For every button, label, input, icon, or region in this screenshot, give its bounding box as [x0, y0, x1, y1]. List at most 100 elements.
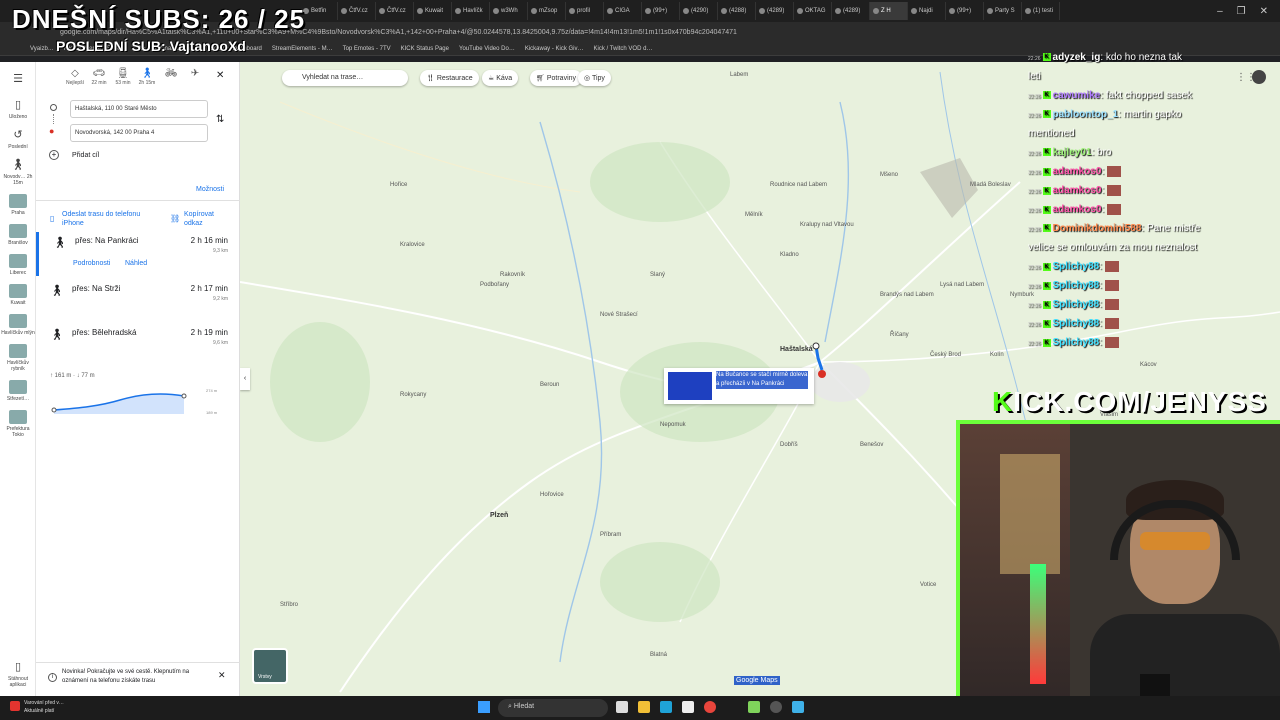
rail-item[interactable]: Prefektura Tokio	[0, 410, 36, 438]
browser-tab[interactable]: CIGA	[604, 2, 642, 20]
travel-mode-car[interactable]: 🚗︎ 22 min	[90, 68, 108, 86]
bookmark-item[interactable]: Kickaway - Kick Giv…	[525, 46, 584, 52]
elevation-summary: ↑ 161 m · ↓ 77 m	[50, 373, 95, 379]
weather-text[interactable]: Varování před v… Aktuálně platí	[24, 699, 76, 715]
chip-potraviny[interactable]: 🛒︎ Potraviny	[530, 70, 583, 86]
route-option[interactable]: 🚶︎ přes: Bělehradská 2 h 19 min 9,6 km	[36, 324, 240, 368]
rail-item[interactable]: ▯ Uloženo	[0, 98, 36, 120]
obs-icon[interactable]	[770, 701, 782, 713]
browser-tab[interactable]: (1) testi	[1022, 2, 1060, 20]
chip-icon: 🛒︎	[536, 75, 547, 82]
place-thumbnail	[9, 254, 27, 268]
browser-tab[interactable]: w3Wh	[490, 2, 528, 20]
task-view-icon[interactable]	[616, 701, 628, 713]
place-thumbnail	[9, 344, 27, 358]
copy-link-button[interactable]: Kopírovat odkaz	[184, 210, 228, 228]
tab-favicon-icon	[721, 8, 727, 14]
windows-start-icon[interactable]	[478, 701, 490, 713]
tooltip-text: Na Bučance se stačí mírně doleva a přech…	[716, 371, 808, 389]
edge-icon[interactable]	[660, 701, 672, 713]
chrome-icon[interactable]	[704, 701, 716, 713]
destination-input[interactable]: Novodvorská, 142 00 Praha 4	[70, 124, 208, 142]
browser-tab[interactable]: (4289)	[832, 2, 870, 20]
bookmark-item[interactable]: Vyaizb…	[30, 46, 54, 52]
download-app-button[interactable]: ▯ Stáhnout aplikaci	[0, 660, 36, 688]
rail-item[interactable]: Liberec	[0, 254, 36, 276]
rail-item[interactable]: Kuwait	[0, 284, 36, 306]
route-option[interactable]: 🚶︎ přes: Na Pankráci 2 h 16 min 9,3 km	[36, 232, 240, 276]
origin-input[interactable]: Haštalská, 110 00 Staré Město	[70, 100, 208, 118]
travel-mode-bike[interactable]: 🚲︎	[162, 68, 180, 86]
browser-tab[interactable]: profil	[566, 2, 604, 20]
chat-time: 22:26	[1028, 227, 1041, 233]
bookmark-item[interactable]: StreamElements - M…	[272, 46, 333, 52]
send-to-phone-link[interactable]: Odeslat trasu do telefonu iPhone	[62, 210, 154, 228]
route-details-link[interactable]: Podrobnosti	[73, 260, 110, 267]
search-along-route-input[interactable]: Vyhledat na trase…	[282, 70, 408, 86]
taskbar-search[interactable]: ⌕ Hledat	[498, 699, 608, 717]
map-place-label: Kladno	[780, 252, 799, 258]
swap-icon[interactable]: ⇅	[216, 114, 224, 125]
browser-tab[interactable]: (4290)	[680, 2, 718, 20]
layers-button[interactable]: Vrstvy	[252, 648, 288, 684]
browser-tab[interactable]: OKTAG	[794, 2, 832, 20]
map-place-label: Haštalská	[780, 346, 813, 353]
browser-tab[interactable]: Havlíčk	[452, 2, 490, 20]
tab-favicon-icon	[645, 8, 651, 14]
browser-tab[interactable]: Betfin	[300, 2, 338, 20]
plane-icon: ✈︎	[190, 68, 200, 79]
rail-item[interactable]: ↺ Poslední	[0, 128, 36, 150]
rail-item[interactable]: Havlíčkův mlýn	[0, 314, 36, 336]
close-notice-button[interactable]: ✕	[218, 670, 226, 681]
menu-button[interactable]: ☰	[0, 72, 36, 86]
route-option[interactable]: 🚶︎ přes: Na Strži 2 h 17 min 9,2 km	[36, 280, 240, 324]
browser-tab[interactable]: (4288)	[718, 2, 756, 20]
emote-icon	[1104, 280, 1119, 291]
close-directions-button[interactable]: ✕	[216, 70, 224, 81]
chat-username: Dominikdomini588	[1052, 223, 1142, 234]
browser-tab[interactable]: Z H	[870, 2, 908, 20]
bookmark-item[interactable]: KICK Status Page	[401, 46, 449, 52]
browser-tab[interactable]: mZsop	[528, 2, 566, 20]
collapse-panel-button[interactable]: ‹	[240, 368, 250, 390]
chip-tipy[interactable]: ◎ Tipy	[578, 70, 611, 86]
map-place-label: Brandýs nad Labem	[880, 292, 934, 298]
options-link[interactable]: Možnosti	[196, 186, 224, 193]
travel-mode-plane[interactable]: ✈︎	[186, 68, 204, 86]
rail-item[interactable]: Havlíčkův rybník	[0, 344, 36, 372]
store-icon[interactable]	[682, 701, 694, 713]
chip-káva[interactable]: ☕︎ Káva	[482, 70, 519, 86]
add-destination-button[interactable]: Přidat cíl	[72, 152, 99, 159]
map-place-label: Kolín	[990, 352, 1004, 358]
browser-tab[interactable]: (99+)	[642, 2, 680, 20]
maximize-button[interactable]: ❐	[1237, 6, 1246, 17]
bookmark-item[interactable]: Top Emotes - 7TV	[343, 46, 391, 52]
kick-banner: KICK.COM/JENYSS	[992, 386, 1267, 418]
led-light	[1030, 564, 1046, 684]
browser-tab[interactable]: Party S	[984, 2, 1022, 20]
chip-restaurace[interactable]: 🍴︎ Restaurace	[420, 70, 479, 86]
travel-mode-route[interactable]: ◇ Nejlepší	[66, 68, 84, 86]
travel-mode-walk[interactable]: 🚶︎ 2h 15m	[138, 68, 156, 86]
browser-tab[interactable]: (4289)	[756, 2, 794, 20]
notepad-icon[interactable]	[792, 701, 804, 713]
travel-mode-transit[interactable]: 🚆︎ 53 min	[114, 68, 132, 86]
app-icon[interactable]	[748, 701, 760, 713]
file-explorer-icon[interactable]	[638, 701, 650, 713]
browser-tab[interactable]: ČtfV.cz	[338, 2, 376, 20]
close-window-button[interactable]: ✕	[1260, 6, 1268, 17]
route-icon: ◇	[71, 68, 79, 79]
route-preview-link[interactable]: Náhled	[125, 260, 147, 267]
bookmark-item[interactable]: Kick / Twitch VOD d…	[594, 46, 653, 52]
browser-tab[interactable]: (99+)	[946, 2, 984, 20]
rail-item[interactable]: 🚶︎ Novodv… 2h 15m	[0, 158, 36, 186]
rail-item[interactable]: Praha	[0, 194, 36, 216]
bookmark-item[interactable]: YouTube Video Do…	[459, 46, 515, 52]
rail-item[interactable]: Střezetí…	[0, 380, 36, 402]
browser-tab[interactable]: Kuwait	[414, 2, 452, 20]
minimize-button[interactable]: –	[1217, 6, 1223, 17]
chat-time: 22:26	[1028, 265, 1041, 272]
rail-item[interactable]: Branišov	[0, 224, 36, 246]
browser-tab[interactable]: ČtfV.cz	[376, 2, 414, 20]
browser-tab[interactable]: Najdi	[908, 2, 946, 20]
